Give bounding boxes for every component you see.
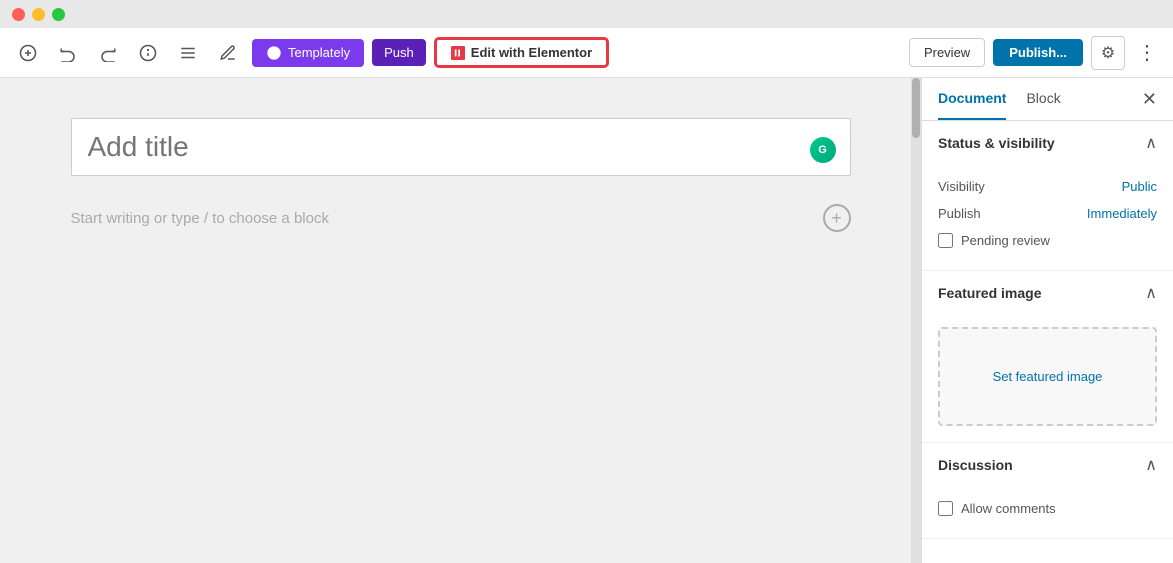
title-bar [0,0,1173,28]
toolbar-right: Preview Publish... ⚙ ⋮ [909,36,1161,70]
close-button[interactable] [12,8,25,21]
visibility-label: Visibility [938,179,985,194]
section-discussion: Discussion ∧ Allow comments [922,443,1173,539]
edit-pen-button[interactable] [212,37,244,69]
title-block: G [71,118,851,176]
publish-value[interactable]: Immediately [1087,206,1157,221]
settings-button[interactable]: ⚙ [1091,36,1125,70]
push-button[interactable]: Push [372,39,426,66]
pending-review-row: Pending review [938,227,1157,254]
tab-block[interactable]: Block [1026,78,1060,120]
chevron-up-icon-discussion: ∧ [1145,455,1157,475]
templately-button[interactable]: Templately [252,39,364,67]
scrollbar-thumb[interactable] [912,78,920,138]
sidebar: Document Block ✕ Status & visibility ∧ V… [921,78,1173,563]
content-placeholder: Start writing or type / to choose a bloc… [71,210,329,227]
section-discussion-title: Discussion [938,457,1013,473]
undo-button[interactable] [52,37,84,69]
editor-area: G Start writing or type / to choose a bl… [0,78,921,563]
set-featured-image-button[interactable]: Set featured image [938,327,1157,426]
maximize-button[interactable] [52,8,65,21]
allow-comments-row: Allow comments [938,495,1157,522]
sidebar-tabs: Document Block ✕ [922,78,1173,121]
publish-row: Publish Immediately [938,200,1157,227]
minimize-button[interactable] [32,8,45,21]
preview-button[interactable]: Preview [909,38,985,67]
scrollbar-track[interactable] [911,78,921,563]
add-block-button[interactable]: + [823,204,851,232]
toolbar-left: Templately Push Edit with Elementor [12,37,901,69]
toolbar: Templately Push Edit with Elementor Prev… [0,28,1173,78]
section-discussion-body: Allow comments [922,487,1173,538]
visibility-row: Visibility Public [938,173,1157,200]
pending-review-label[interactable]: Pending review [961,233,1050,248]
more-icon: ⋮ [1137,42,1157,64]
close-icon: ✕ [1142,89,1157,109]
visibility-value[interactable]: Public [1122,179,1157,194]
info-button[interactable] [132,37,164,69]
content-block: Start writing or type / to choose a bloc… [71,200,851,236]
section-featured-title: Featured image [938,285,1041,301]
pending-review-checkbox[interactable] [938,233,953,248]
main-area: G Start writing or type / to choose a bl… [0,78,1173,563]
section-featured-image: Featured image ∧ Set featured image [922,271,1173,443]
list-view-button[interactable] [172,37,204,69]
allow-comments-checkbox[interactable] [938,501,953,516]
section-discussion-header[interactable]: Discussion ∧ [922,443,1173,487]
add-post-button[interactable] [12,37,44,69]
allow-comments-label[interactable]: Allow comments [961,501,1056,516]
section-status-visibility: Status & visibility ∧ Visibility Public … [922,121,1173,271]
more-options-button[interactable]: ⋮ [1133,36,1161,69]
section-status-title: Status & visibility [938,135,1055,151]
gear-icon: ⚙ [1101,43,1115,63]
plus-icon: + [831,209,842,227]
chevron-up-icon-featured: ∧ [1145,283,1157,303]
sidebar-close-button[interactable]: ✕ [1142,89,1157,110]
section-status-header[interactable]: Status & visibility ∧ [922,121,1173,165]
section-featured-header[interactable]: Featured image ∧ [922,271,1173,315]
grammarly-icon: G [810,137,836,163]
edit-elementor-button[interactable]: Edit with Elementor [434,37,609,68]
publish-label: Publish [938,206,981,221]
post-title-input[interactable] [88,131,834,163]
redo-button[interactable] [92,37,124,69]
tab-document[interactable]: Document [938,78,1006,120]
section-status-body: Visibility Public Publish Immediately Pe… [922,165,1173,270]
section-featured-body: Set featured image [922,315,1173,442]
chevron-up-icon: ∧ [1145,133,1157,153]
publish-button[interactable]: Publish... [993,39,1083,66]
